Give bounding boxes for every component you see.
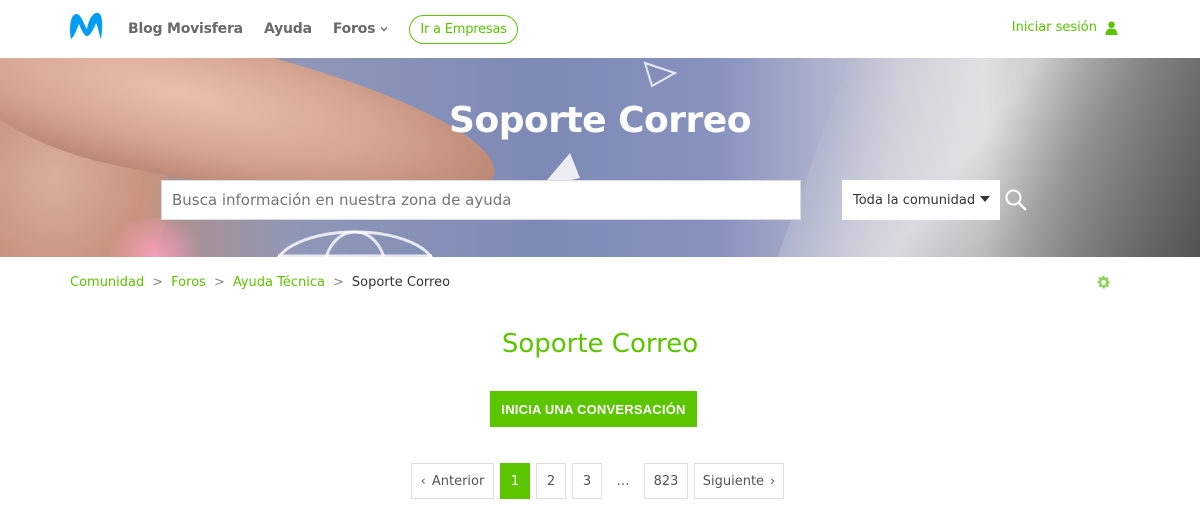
- hero-title: Soporte Correo: [449, 100, 751, 141]
- page-title: Soporte Correo: [501, 329, 699, 359]
- nav-foros-label: Foros: [332, 21, 376, 37]
- login-label: Iniciar sesión: [1011, 20, 1097, 35]
- nav-foros[interactable]: Foros: [333, 21, 388, 37]
- hero-banner: Soporte Correo Toda la comunidad: [0, 58, 1200, 257]
- search-scope-value: Toda la comunidad: [853, 192, 976, 208]
- search-scope-select[interactable]: Toda la comunidad: [842, 180, 1000, 220]
- breadcrumb-comunidad[interactable]: Comunidad: [70, 275, 144, 290]
- pagination-page-last[interactable]: 823: [644, 463, 688, 499]
- pagination: ‹ Anterior 1 2 3 … 823 Siguiente ›: [411, 463, 784, 499]
- pagination-page-1[interactable]: 1: [500, 463, 530, 499]
- top-header: Blog Movisfera Ayuda Foros Ir a Empresas…: [0, 0, 1200, 58]
- hero-screen-image: [762, 58, 1200, 257]
- nav-ayuda[interactable]: Ayuda: [264, 21, 312, 37]
- search-icon[interactable]: [1004, 188, 1028, 212]
- breadcrumb-foros[interactable]: Foros: [171, 275, 206, 290]
- pagination-page-3[interactable]: 3: [572, 463, 602, 499]
- pagination-next[interactable]: Siguiente ›: [694, 463, 784, 499]
- pagination-next-label: Siguiente: [702, 473, 765, 489]
- pagination-ellipsis: …: [608, 463, 638, 499]
- empresas-button[interactable]: Ir a Empresas: [409, 14, 518, 44]
- user-icon: [1105, 21, 1118, 35]
- search-box: [161, 180, 801, 220]
- caret-down-icon: [980, 196, 990, 202]
- breadcrumb-separator: >: [213, 275, 225, 290]
- gear-icon[interactable]: [1095, 274, 1112, 291]
- pagination-prev-label: Anterior: [431, 473, 485, 489]
- breadcrumb: Comunidad > Foros > Ayuda Técnica > Sopo…: [70, 275, 450, 290]
- chevron-down-icon: [380, 27, 388, 32]
- arrow-graphic-icon-2: [643, 61, 678, 88]
- search-input[interactable]: [162, 181, 800, 219]
- chevron-left-icon: ‹: [420, 473, 426, 489]
- breadcrumb-separator: >: [152, 275, 164, 290]
- globe-graphic-icon: [277, 230, 433, 257]
- breadcrumb-ayuda-tecnica[interactable]: Ayuda Técnica: [233, 275, 325, 290]
- chevron-right-icon: ›: [770, 473, 776, 489]
- movistar-logo[interactable]: [68, 9, 112, 41]
- pagination-page-2[interactable]: 2: [536, 463, 566, 499]
- breadcrumb-current: Soporte Correo: [351, 275, 451, 290]
- pagination-prev[interactable]: ‹ Anterior: [411, 463, 494, 499]
- main-nav: Blog Movisfera Ayuda Foros Ir a Empresas: [128, 0, 539, 58]
- nav-blog-movisfera[interactable]: Blog Movisfera: [128, 21, 243, 37]
- breadcrumb-separator: >: [332, 275, 344, 290]
- login-link[interactable]: Iniciar sesión: [1012, 20, 1118, 35]
- start-conversation-button[interactable]: INICIA UNA CONVERSACIÓN: [490, 391, 697, 427]
